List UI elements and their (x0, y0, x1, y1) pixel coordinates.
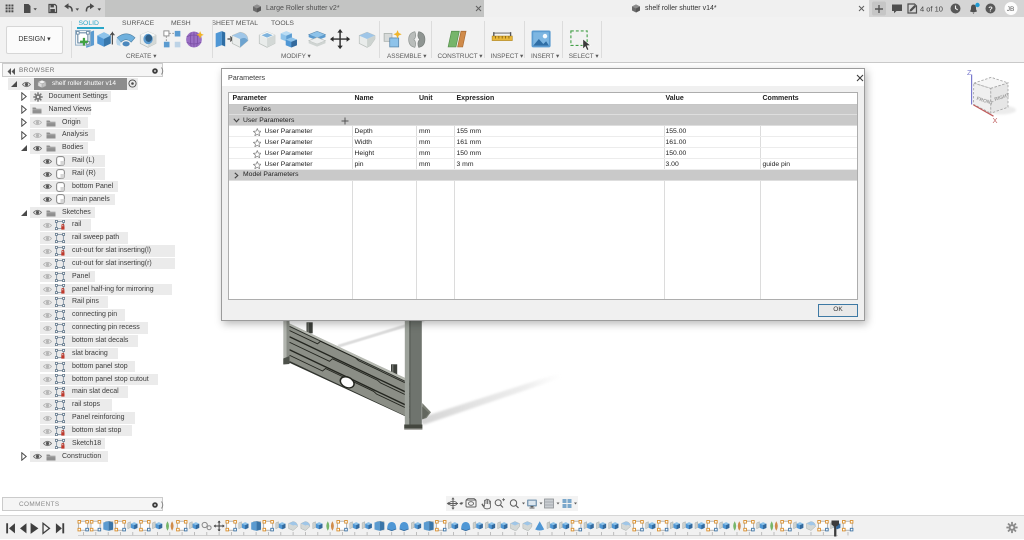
svg-text:JB: JB (1007, 6, 1015, 13)
svg-text:?: ? (988, 4, 993, 13)
svg-text:Z: Z (967, 68, 972, 77)
svg-text:X: X (993, 116, 998, 125)
svg-text:4 of 10: 4 of 10 (920, 5, 943, 14)
